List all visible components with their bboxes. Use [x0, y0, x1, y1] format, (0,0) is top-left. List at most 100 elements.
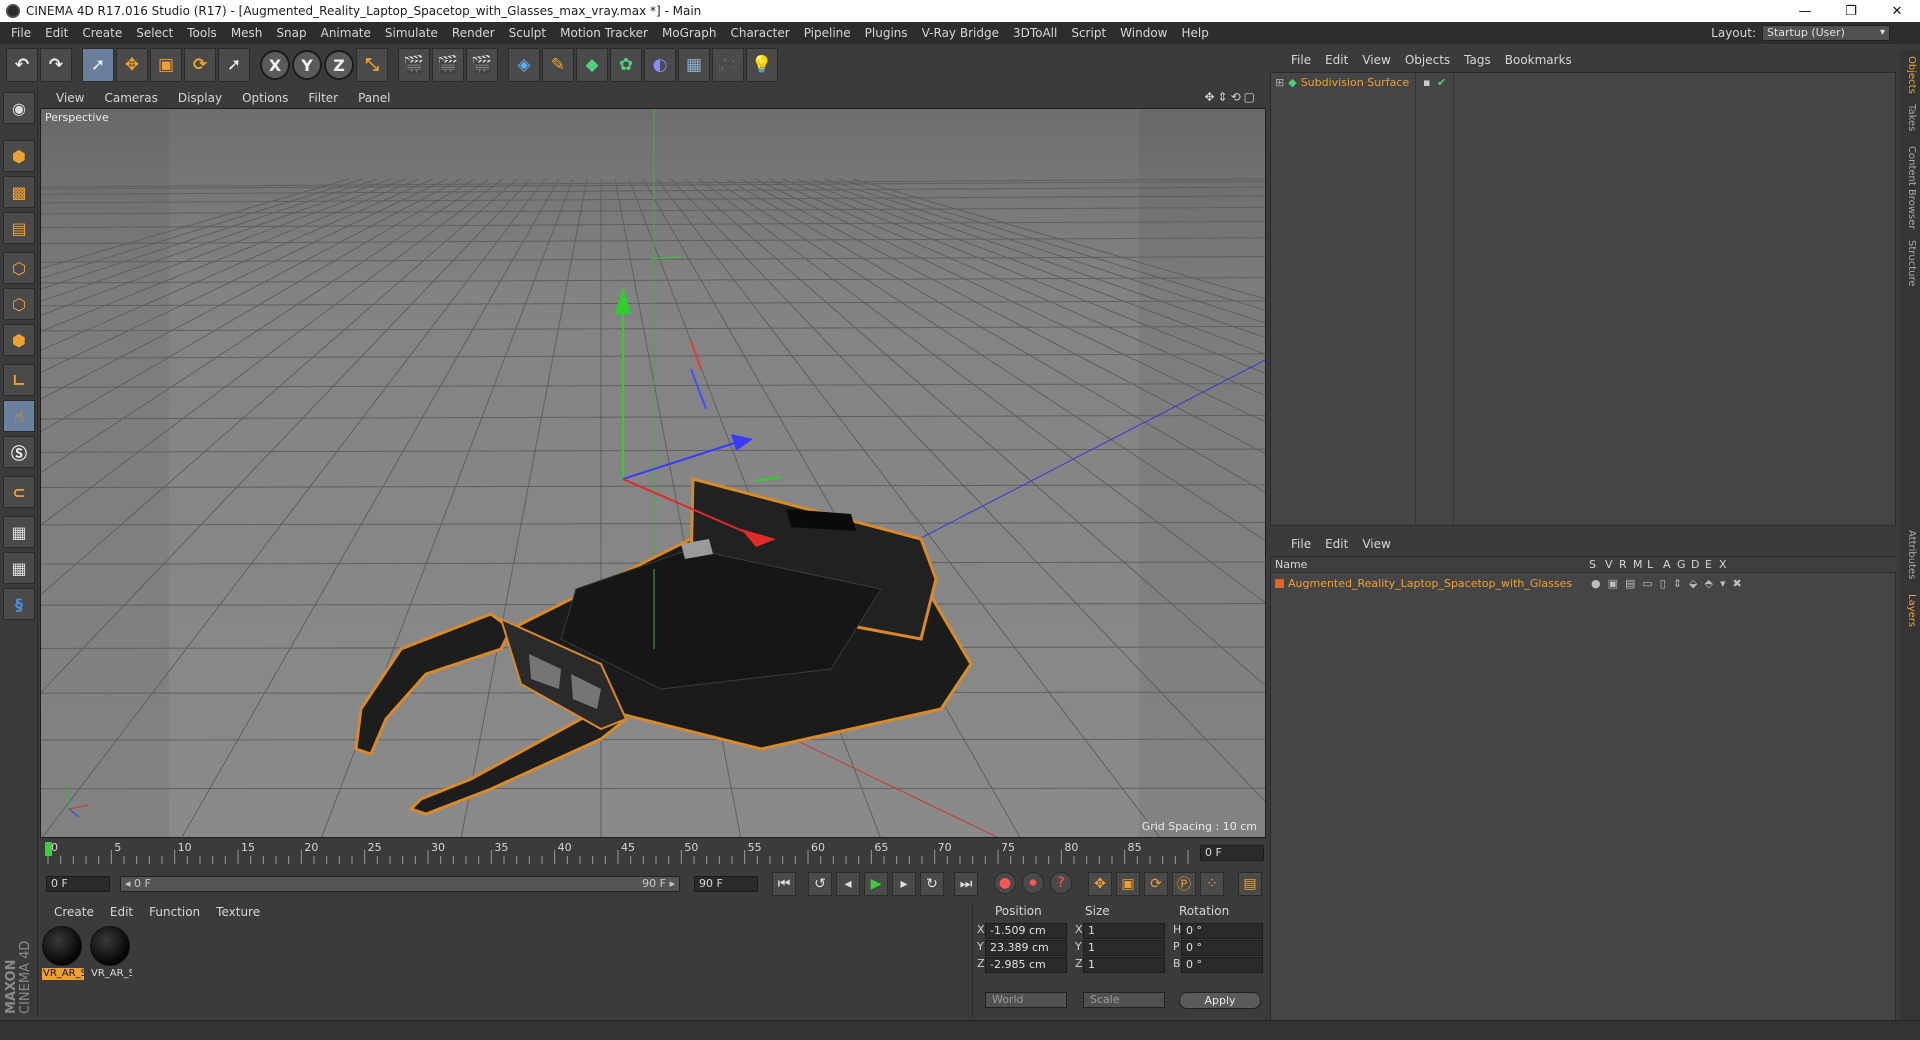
go-to-end-icon[interactable]: ⏭: [954, 872, 978, 896]
points-mode-icon[interactable]: ⬡: [3, 252, 35, 284]
material-menu-texture[interactable]: Texture: [208, 905, 268, 919]
menu-snap[interactable]: Snap: [269, 22, 313, 44]
size-field[interactable]: 1: [1083, 957, 1165, 973]
layer-column-x[interactable]: X: [1719, 558, 1727, 571]
layer-column-m[interactable]: M: [1633, 558, 1643, 571]
snap-icon[interactable]: Ⓢ: [3, 436, 35, 468]
object-menu-file[interactable]: File: [1284, 53, 1318, 67]
menu-create[interactable]: Create: [75, 22, 129, 44]
expand-icon[interactable]: ⊞: [1275, 76, 1284, 89]
3d-viewport[interactable]: Perspective Grid Spacing : 10 cm: [40, 108, 1266, 838]
make-editable-icon[interactable]: ◉: [3, 92, 35, 124]
side-tab-attributes[interactable]: Attributes: [1906, 530, 1917, 579]
viewport-menu-display[interactable]: Display: [168, 91, 232, 105]
key-scale-icon[interactable]: ▣: [1116, 872, 1140, 896]
coordinate-system-icon[interactable]: ⤡: [356, 48, 388, 82]
object-menu-tags[interactable]: Tags: [1457, 53, 1498, 67]
render-settings-icon[interactable]: 🎬: [466, 48, 498, 82]
size-mode-dropdown[interactable]: Scale: [1083, 992, 1165, 1008]
position-field[interactable]: 23.389 cm: [985, 940, 1067, 956]
camera-icon[interactable]: 🎥: [712, 48, 744, 82]
layer-menu-file[interactable]: File: [1284, 537, 1318, 551]
size-field[interactable]: 1: [1083, 923, 1165, 939]
z-axis-lock-button[interactable]: Z: [324, 50, 354, 80]
tweak-mode-icon[interactable]: ☝: [3, 400, 35, 432]
layer-column-v[interactable]: V: [1605, 558, 1613, 571]
material-menu-edit[interactable]: Edit: [102, 905, 141, 919]
array-generator-icon[interactable]: ✿: [610, 48, 642, 82]
frame-range-slider[interactable]: ◂ 0 F 90 F ▸: [120, 876, 680, 892]
floor-scene-icon[interactable]: ▦: [678, 48, 710, 82]
edges-mode-icon[interactable]: ⬡: [3, 288, 35, 320]
current-frame-field[interactable]: 0 F: [1200, 845, 1264, 861]
menu-pipeline[interactable]: Pipeline: [797, 22, 858, 44]
layer-column-r[interactable]: R: [1619, 558, 1627, 571]
menu-sculpt[interactable]: Sculpt: [502, 22, 553, 44]
viewport-menu-panel[interactable]: Panel: [348, 91, 400, 105]
render-picture-viewer-icon[interactable]: 🎬: [432, 48, 464, 82]
restore-button[interactable]: ❐: [1828, 0, 1874, 22]
layer-column-d[interactable]: D: [1691, 558, 1699, 571]
rotate-tool-icon[interactable]: ⟳: [184, 48, 216, 82]
menu-window[interactable]: Window: [1113, 22, 1174, 44]
deformer-icon[interactable]: ◐: [644, 48, 676, 82]
workplane-mode-icon[interactable]: ▤: [3, 212, 35, 244]
key-pla-icon[interactable]: ⁘: [1200, 872, 1224, 896]
material-menu-create[interactable]: Create: [46, 905, 102, 919]
object-menu-objects[interactable]: Objects: [1398, 53, 1457, 67]
autokey-icon[interactable]: ⏺: [1022, 872, 1044, 894]
menu-help[interactable]: Help: [1174, 22, 1215, 44]
keyframe-selection-icon[interactable]: ?: [1050, 872, 1072, 894]
scale-tool-icon[interactable]: ▣: [150, 48, 182, 82]
axis-mode-icon[interactable]: ∟: [3, 364, 35, 396]
viewport-menu-options[interactable]: Options: [232, 91, 298, 105]
locked-workplane-icon[interactable]: ▦: [3, 516, 35, 548]
menu-simulate[interactable]: Simulate: [378, 22, 445, 44]
viewport-menu-cameras[interactable]: Cameras: [94, 91, 167, 105]
object-row[interactable]: ⊞ ◆ Subdivision Surface ▪ ✔: [1275, 76, 1446, 89]
subdivision-surface-icon[interactable]: ◆: [576, 48, 608, 82]
texture-mode-icon[interactable]: ▩: [3, 176, 35, 208]
rotation-field[interactable]: 0 °: [1181, 957, 1263, 973]
record-keys-icon[interactable]: ●: [994, 872, 1016, 894]
start-frame-field[interactable]: 0 F: [46, 876, 110, 892]
layer-column-l[interactable]: L: [1647, 558, 1653, 571]
play-forward-icon[interactable]: ▶: [864, 872, 888, 896]
layer-column-g[interactable]: G: [1677, 558, 1686, 571]
minimize-button[interactable]: —: [1782, 0, 1828, 22]
light-icon[interactable]: 💡: [746, 48, 778, 82]
menu-character[interactable]: Character: [723, 22, 796, 44]
model-mode-icon[interactable]: ⬢: [3, 140, 35, 172]
live-selection-icon[interactable]: ➚: [82, 48, 114, 82]
menu-motion-tracker[interactable]: Motion Tracker: [553, 22, 655, 44]
menu-animate[interactable]: Animate: [314, 22, 378, 44]
redo-button[interactable]: ↷: [40, 48, 72, 82]
layer-row[interactable]: Augmented_Reality_Laptop_Spacetop_with_G…: [1275, 575, 1891, 591]
menu-tools[interactable]: Tools: [180, 22, 224, 44]
object-menu-bookmarks[interactable]: Bookmarks: [1498, 53, 1579, 67]
planar-workplane-icon[interactable]: ▦: [3, 552, 35, 584]
layer-toggle-icons[interactable]: ●▣▤▭▯⇕⬙⬘▾✖: [1591, 577, 1749, 590]
undo-button[interactable]: ↶: [6, 48, 38, 82]
side-tab-takes[interactable]: Takes: [1906, 104, 1917, 131]
position-field[interactable]: -1.509 cm: [985, 923, 1067, 939]
layer-column-name[interactable]: Name: [1275, 558, 1307, 571]
python-icon[interactable]: §: [3, 588, 35, 620]
coordinate-mode-dropdown[interactable]: World: [985, 992, 1067, 1008]
previous-frame-icon[interactable]: ◂: [836, 872, 860, 896]
next-key-icon[interactable]: ↻: [920, 872, 944, 896]
menu-script[interactable]: Script: [1064, 22, 1113, 44]
previous-key-icon[interactable]: ↺: [808, 872, 832, 896]
cube-primitive-icon[interactable]: ◈: [508, 48, 540, 82]
layer-column-a[interactable]: A: [1663, 558, 1671, 571]
render-view-icon[interactable]: 🎬: [398, 48, 430, 82]
menu-render[interactable]: Render: [445, 22, 502, 44]
layout-dropdown[interactable]: Startup (User): [1762, 25, 1890, 41]
side-tab-objects[interactable]: Objects: [1906, 56, 1917, 94]
visibility-toggle-icon[interactable]: ▪: [1423, 76, 1430, 89]
viewport-menu-view[interactable]: View: [46, 91, 94, 105]
y-axis-lock-button[interactable]: Y: [292, 50, 322, 80]
rotation-field[interactable]: 0 °: [1181, 940, 1263, 956]
end-frame-field[interactable]: 90 F: [694, 876, 758, 892]
timeline-window-icon[interactable]: ▤: [1238, 872, 1262, 896]
